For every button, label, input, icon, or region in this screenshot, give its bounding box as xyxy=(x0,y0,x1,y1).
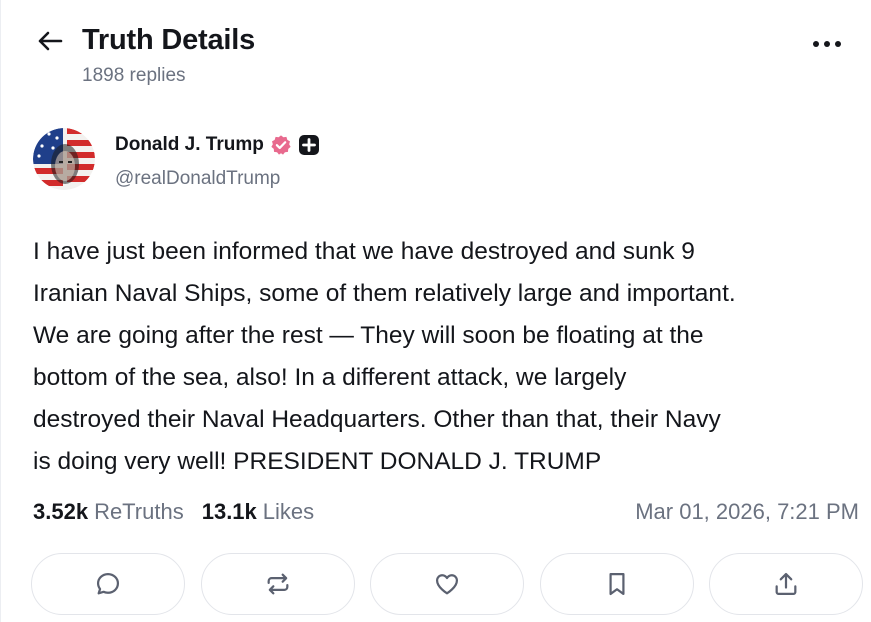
share-icon xyxy=(775,572,797,596)
bookmark-button[interactable] xyxy=(539,553,694,615)
heart-icon xyxy=(435,574,459,595)
arrow-left-icon xyxy=(38,31,63,51)
more-options-button[interactable] xyxy=(807,30,847,58)
likes-stat[interactable]: 13.1k Likes xyxy=(202,499,314,525)
like-button[interactable] xyxy=(370,553,524,615)
retruths-label: ReTruths xyxy=(94,499,184,524)
author-handle[interactable]: @realDonaldTrump xyxy=(115,168,280,190)
post-stats: 3.52k ReTruths 13.1k Likes Mar 01, 2026,… xyxy=(33,497,859,527)
retruths-stat[interactable]: 3.52k ReTruths xyxy=(33,499,184,525)
reply-button[interactable] xyxy=(31,553,185,615)
comment-icon xyxy=(96,572,120,595)
avatar[interactable] xyxy=(33,128,95,190)
retruth-button[interactable] xyxy=(200,553,355,615)
truth-plus-icon xyxy=(298,135,319,155)
post-timestamp: Mar 01, 2026, 7:21 PM xyxy=(635,499,859,524)
likes-label: Likes xyxy=(262,499,315,524)
back-button[interactable] xyxy=(35,26,65,56)
header: Truth Details 1898 replies xyxy=(33,20,847,100)
post-text: I have just been informed that we have d… xyxy=(33,238,736,475)
verified-badge-icon xyxy=(271,135,291,155)
page-title: Truth Details xyxy=(82,24,256,56)
name-row: Donald J. Trump xyxy=(115,134,320,156)
bookmark-icon xyxy=(608,572,625,596)
reply-count: 1898 replies xyxy=(82,65,186,86)
truth-details-page: Truth Details 1898 replies Donald J. Tru… xyxy=(0,0,871,622)
retruths-count: 3.52k xyxy=(33,499,89,524)
post-author: Donald J. Trump @realDonaldTrump xyxy=(33,128,847,194)
repost-icon xyxy=(267,573,288,595)
likes-count: 13.1k xyxy=(201,499,257,524)
display-name[interactable]: Donald J. Trump xyxy=(115,134,264,156)
share-button[interactable] xyxy=(709,553,863,615)
more-horizontal-icon xyxy=(813,41,841,47)
action-bar xyxy=(31,553,863,617)
